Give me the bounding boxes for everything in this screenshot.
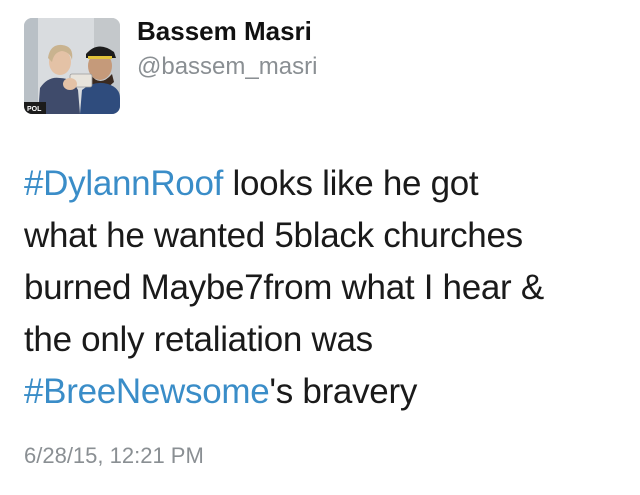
author-handle[interactable]: @bassem_masri — [137, 53, 317, 81]
tweet-timestamp[interactable]: 6/28/15, 12:21 PM — [24, 443, 204, 469]
avatar[interactable]: POL — [24, 18, 120, 114]
tweet-text-line-2: what he wanted 5black churches — [24, 216, 523, 255]
tweet-text: #DylannRoof looks like he got what he wa… — [24, 158, 624, 418]
tweet-card: POL Bassem Masri @bassem_masri #DylannRo… — [0, 0, 640, 495]
tweet-text-segment: 's bravery — [269, 372, 418, 411]
avatar-photo: POL — [24, 18, 120, 114]
tweet-text-line-4: the only retaliation was — [24, 320, 373, 359]
tweet-text-line-3: burned Maybe7from what I hear & — [24, 268, 544, 307]
hashtag-link[interactable]: #DylannRoof — [24, 164, 223, 203]
tweet-text-line-5: #BreeNewsome's bravery — [24, 366, 624, 418]
author-name[interactable]: Bassem Masri — [137, 16, 312, 47]
avatar-badge-text: POL — [27, 106, 42, 113]
tweet-text-segment: looks like he got — [223, 164, 479, 203]
hashtag-link[interactable]: #BreeNewsome — [24, 372, 270, 411]
tweet-text-line-1: #DylannRoof looks like he got — [24, 158, 624, 210]
